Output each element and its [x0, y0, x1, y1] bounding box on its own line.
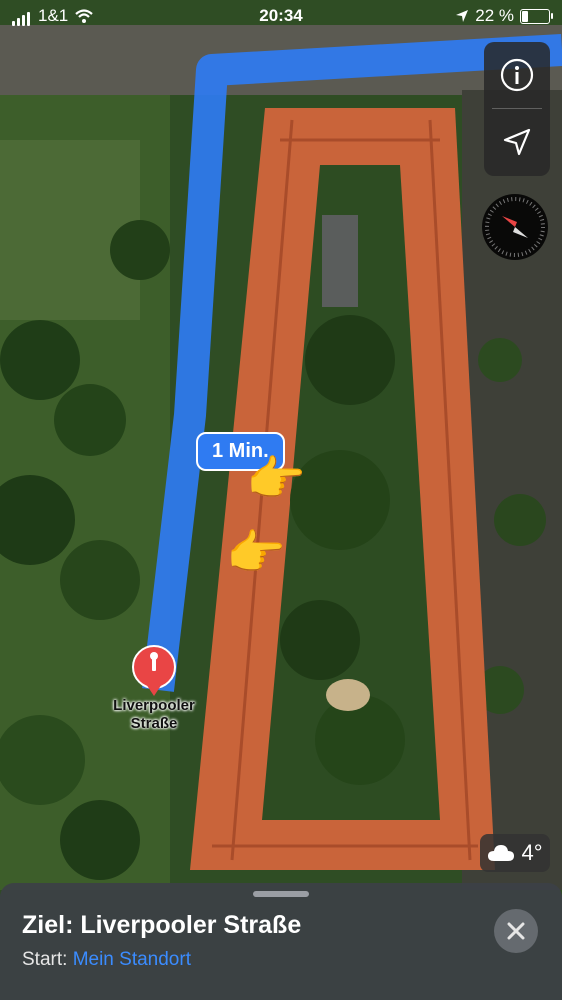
- location-arrow-icon: [503, 128, 531, 156]
- sheet-grabber[interactable]: [253, 891, 309, 897]
- start-location-link[interactable]: Mein Standort: [73, 949, 191, 970]
- location-button[interactable]: [484, 109, 550, 175]
- close-button[interactable]: [494, 909, 538, 953]
- pointing-hand-emoji: 👉: [226, 527, 286, 580]
- close-icon: [507, 922, 525, 940]
- info-icon: [500, 58, 534, 92]
- compass-icon: [485, 197, 545, 257]
- map-controls: [484, 42, 550, 176]
- destination-title: Ziel: Liverpooler Straße: [22, 911, 302, 939]
- route-sheet[interactable]: Ziel: Liverpooler Straße Start: Mein Sta…: [0, 883, 562, 1000]
- battery-fill: [522, 10, 528, 22]
- battery-percent: 22 %: [475, 6, 514, 25]
- cloud-icon: [488, 845, 515, 861]
- status-bar: 1&1 20:34 22 %: [0, 0, 562, 32]
- compass-button[interactable]: [482, 194, 548, 260]
- info-button[interactable]: [484, 42, 550, 108]
- weather-badge[interactable]: 4°: [480, 834, 550, 872]
- temperature-label: 4°: [521, 840, 543, 865]
- battery-icon: [520, 8, 553, 24]
- start-row: Start: Mein Standort: [22, 949, 191, 971]
- start-label: Start:: [22, 949, 68, 970]
- location-services-icon: [456, 10, 469, 22]
- destination-pin-label: Liverpooler Straße: [113, 697, 195, 732]
- pointing-hand-emoji: 👉: [246, 453, 306, 506]
